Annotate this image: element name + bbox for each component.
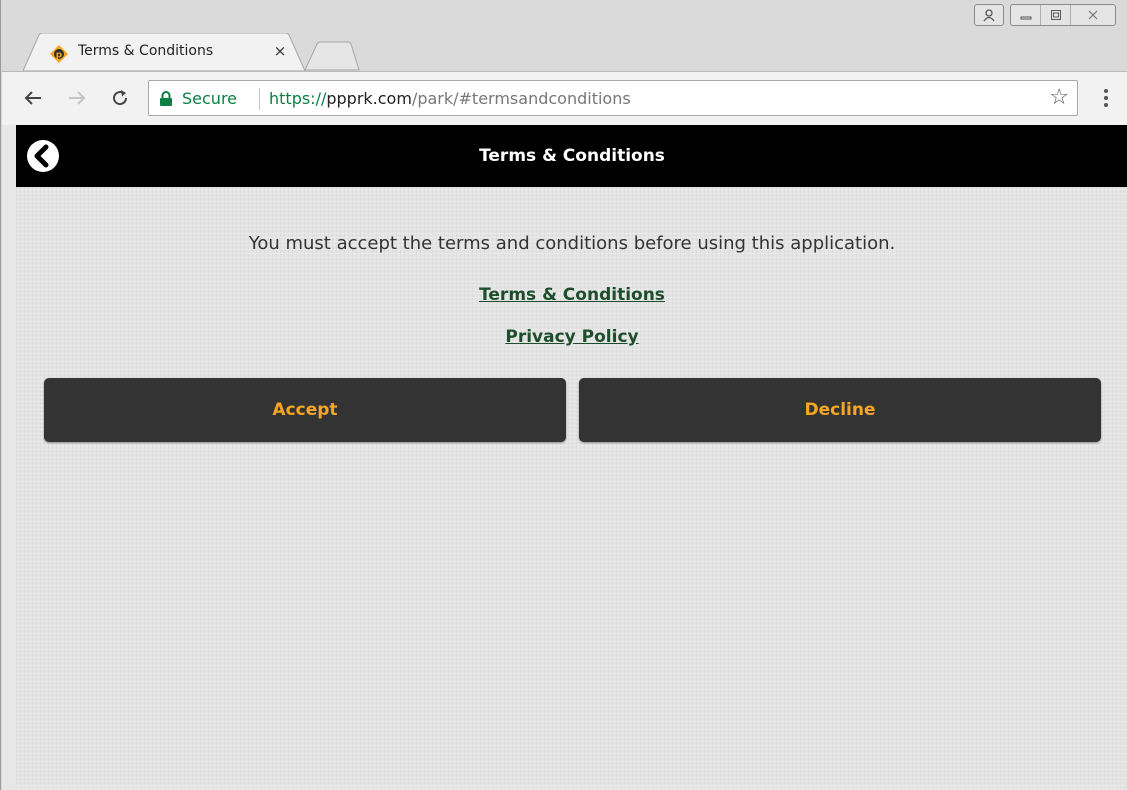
- browser-toolbar: Secure https://ppprk.com/park/#termsandc…: [2, 71, 1127, 125]
- url-path: /park/#termsandconditions: [411, 89, 631, 108]
- minimize-icon[interactable]: [1011, 5, 1041, 25]
- app-header: Terms & Conditions: [16, 125, 1127, 187]
- window-button-group: [1010, 4, 1116, 26]
- secure-label: Secure: [182, 89, 238, 108]
- back-arrow-icon[interactable]: [20, 85, 46, 111]
- url-scheme: https://: [269, 89, 327, 108]
- page-content: Terms & Conditions You must accept the t…: [16, 125, 1127, 790]
- svg-text:p: p: [56, 51, 63, 61]
- forward-arrow-icon[interactable]: [64, 85, 90, 111]
- back-chevron-icon[interactable]: [26, 139, 60, 173]
- lock-icon: [159, 91, 173, 111]
- tab-title: Terms & Conditions: [78, 43, 214, 59]
- accept-button[interactable]: Accept: [44, 378, 566, 442]
- tab-close-icon[interactable]: ×: [271, 41, 289, 61]
- profile-icon[interactable]: [974, 4, 1004, 26]
- page-title: Terms & Conditions: [479, 146, 665, 166]
- terms-notice: You must accept the terms and conditions…: [248, 233, 896, 254]
- terms-link[interactable]: Terms & Conditions: [479, 285, 665, 305]
- restore-icon[interactable]: [1041, 5, 1071, 25]
- url-host: ppprk.com: [326, 89, 412, 108]
- privacy-link-row: Privacy Policy: [16, 327, 1127, 347]
- browser-window: p Terms & Conditions × Secure https://pp…: [0, 0, 1127, 790]
- url-text[interactable]: https://ppprk.com/park/#termsandconditio…: [269, 89, 631, 108]
- address-bar[interactable]: Secure https://ppprk.com/park/#termsandc…: [148, 80, 1078, 116]
- new-tab-button[interactable]: [303, 40, 361, 72]
- bookmark-star-icon[interactable]: ☆: [1049, 87, 1069, 109]
- privacy-policy-link[interactable]: Privacy Policy: [505, 327, 638, 347]
- left-gutter: [2, 125, 16, 790]
- kebab-menu-icon[interactable]: [1094, 85, 1118, 111]
- window-controls: [974, 4, 1116, 30]
- reload-icon[interactable]: [107, 85, 133, 111]
- close-window-icon[interactable]: [1071, 5, 1115, 25]
- decline-button[interactable]: Decline: [579, 378, 1101, 442]
- omnibox-divider: [259, 88, 260, 110]
- ppprk-favicon-icon: p: [49, 44, 69, 64]
- tab-strip: p Terms & Conditions ×: [1, 0, 1127, 80]
- terms-link-row: Terms & Conditions: [16, 285, 1127, 305]
- browser-tab[interactable]: p Terms & Conditions ×: [23, 33, 306, 71]
